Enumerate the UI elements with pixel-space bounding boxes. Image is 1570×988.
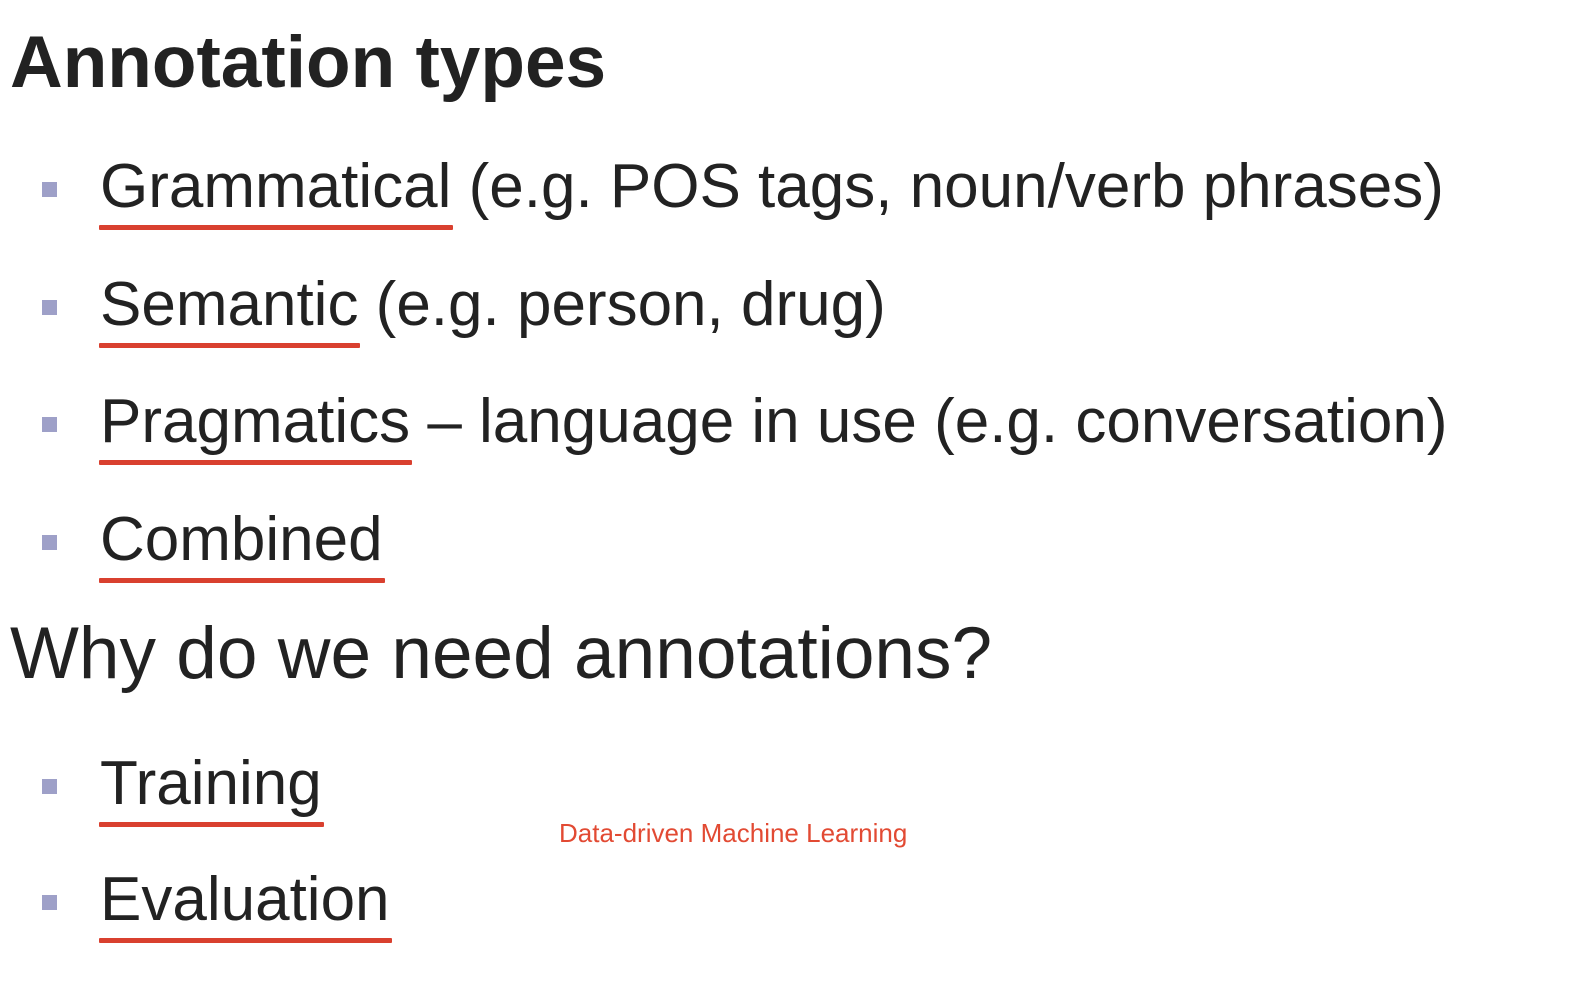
underlined-term: Grammatical bbox=[98, 152, 454, 230]
list-item-evaluation: Evaluation bbox=[0, 859, 1570, 943]
square-bullet-icon bbox=[42, 535, 57, 550]
square-bullet-icon bbox=[42, 300, 57, 315]
underlined-term: Pragmatics bbox=[98, 387, 413, 465]
item-description: (e.g. POS tags, noun/verb phrases) bbox=[451, 152, 1444, 221]
footer-note: Data-driven Machine Learning bbox=[559, 818, 908, 848]
square-bullet-icon bbox=[42, 182, 57, 197]
list-item-text: Grammatical (e.g. POS tags, noun/verb ph… bbox=[98, 152, 1444, 230]
section-heading-annotation-types: Annotation types bbox=[10, 22, 607, 103]
list-item-text: Combined bbox=[99, 505, 385, 583]
list-item-pragmatics: Pragmatics – language in use (e.g. conve… bbox=[0, 381, 1570, 465]
list-item-text: Training bbox=[99, 749, 324, 827]
list-item-semantic: Semantic (e.g. person, drug) bbox=[0, 264, 1570, 348]
square-bullet-icon bbox=[42, 895, 57, 910]
section-heading-why-annotations: Why do we need annotations? bbox=[10, 613, 993, 694]
item-description: – language in use (e.g. conversation) bbox=[410, 387, 1448, 456]
list-item-text: Evaluation bbox=[99, 865, 392, 943]
underlined-term: Semantic bbox=[98, 270, 361, 348]
list-item-combined: Combined bbox=[0, 499, 1570, 583]
item-description: (e.g. person, drug) bbox=[358, 270, 886, 339]
underlined-term: Evaluation bbox=[99, 865, 392, 943]
list-item-text: Pragmatics – language in use (e.g. conve… bbox=[98, 387, 1448, 465]
list-item-grammatical: Grammatical (e.g. POS tags, noun/verb ph… bbox=[0, 146, 1570, 230]
square-bullet-icon bbox=[42, 417, 57, 432]
list-item-text: Semantic (e.g. person, drug) bbox=[98, 270, 886, 348]
underlined-term: Combined bbox=[99, 505, 385, 583]
square-bullet-icon bbox=[42, 779, 57, 794]
underlined-term: Training bbox=[99, 749, 324, 827]
list-item-training: Training bbox=[0, 743, 1570, 827]
